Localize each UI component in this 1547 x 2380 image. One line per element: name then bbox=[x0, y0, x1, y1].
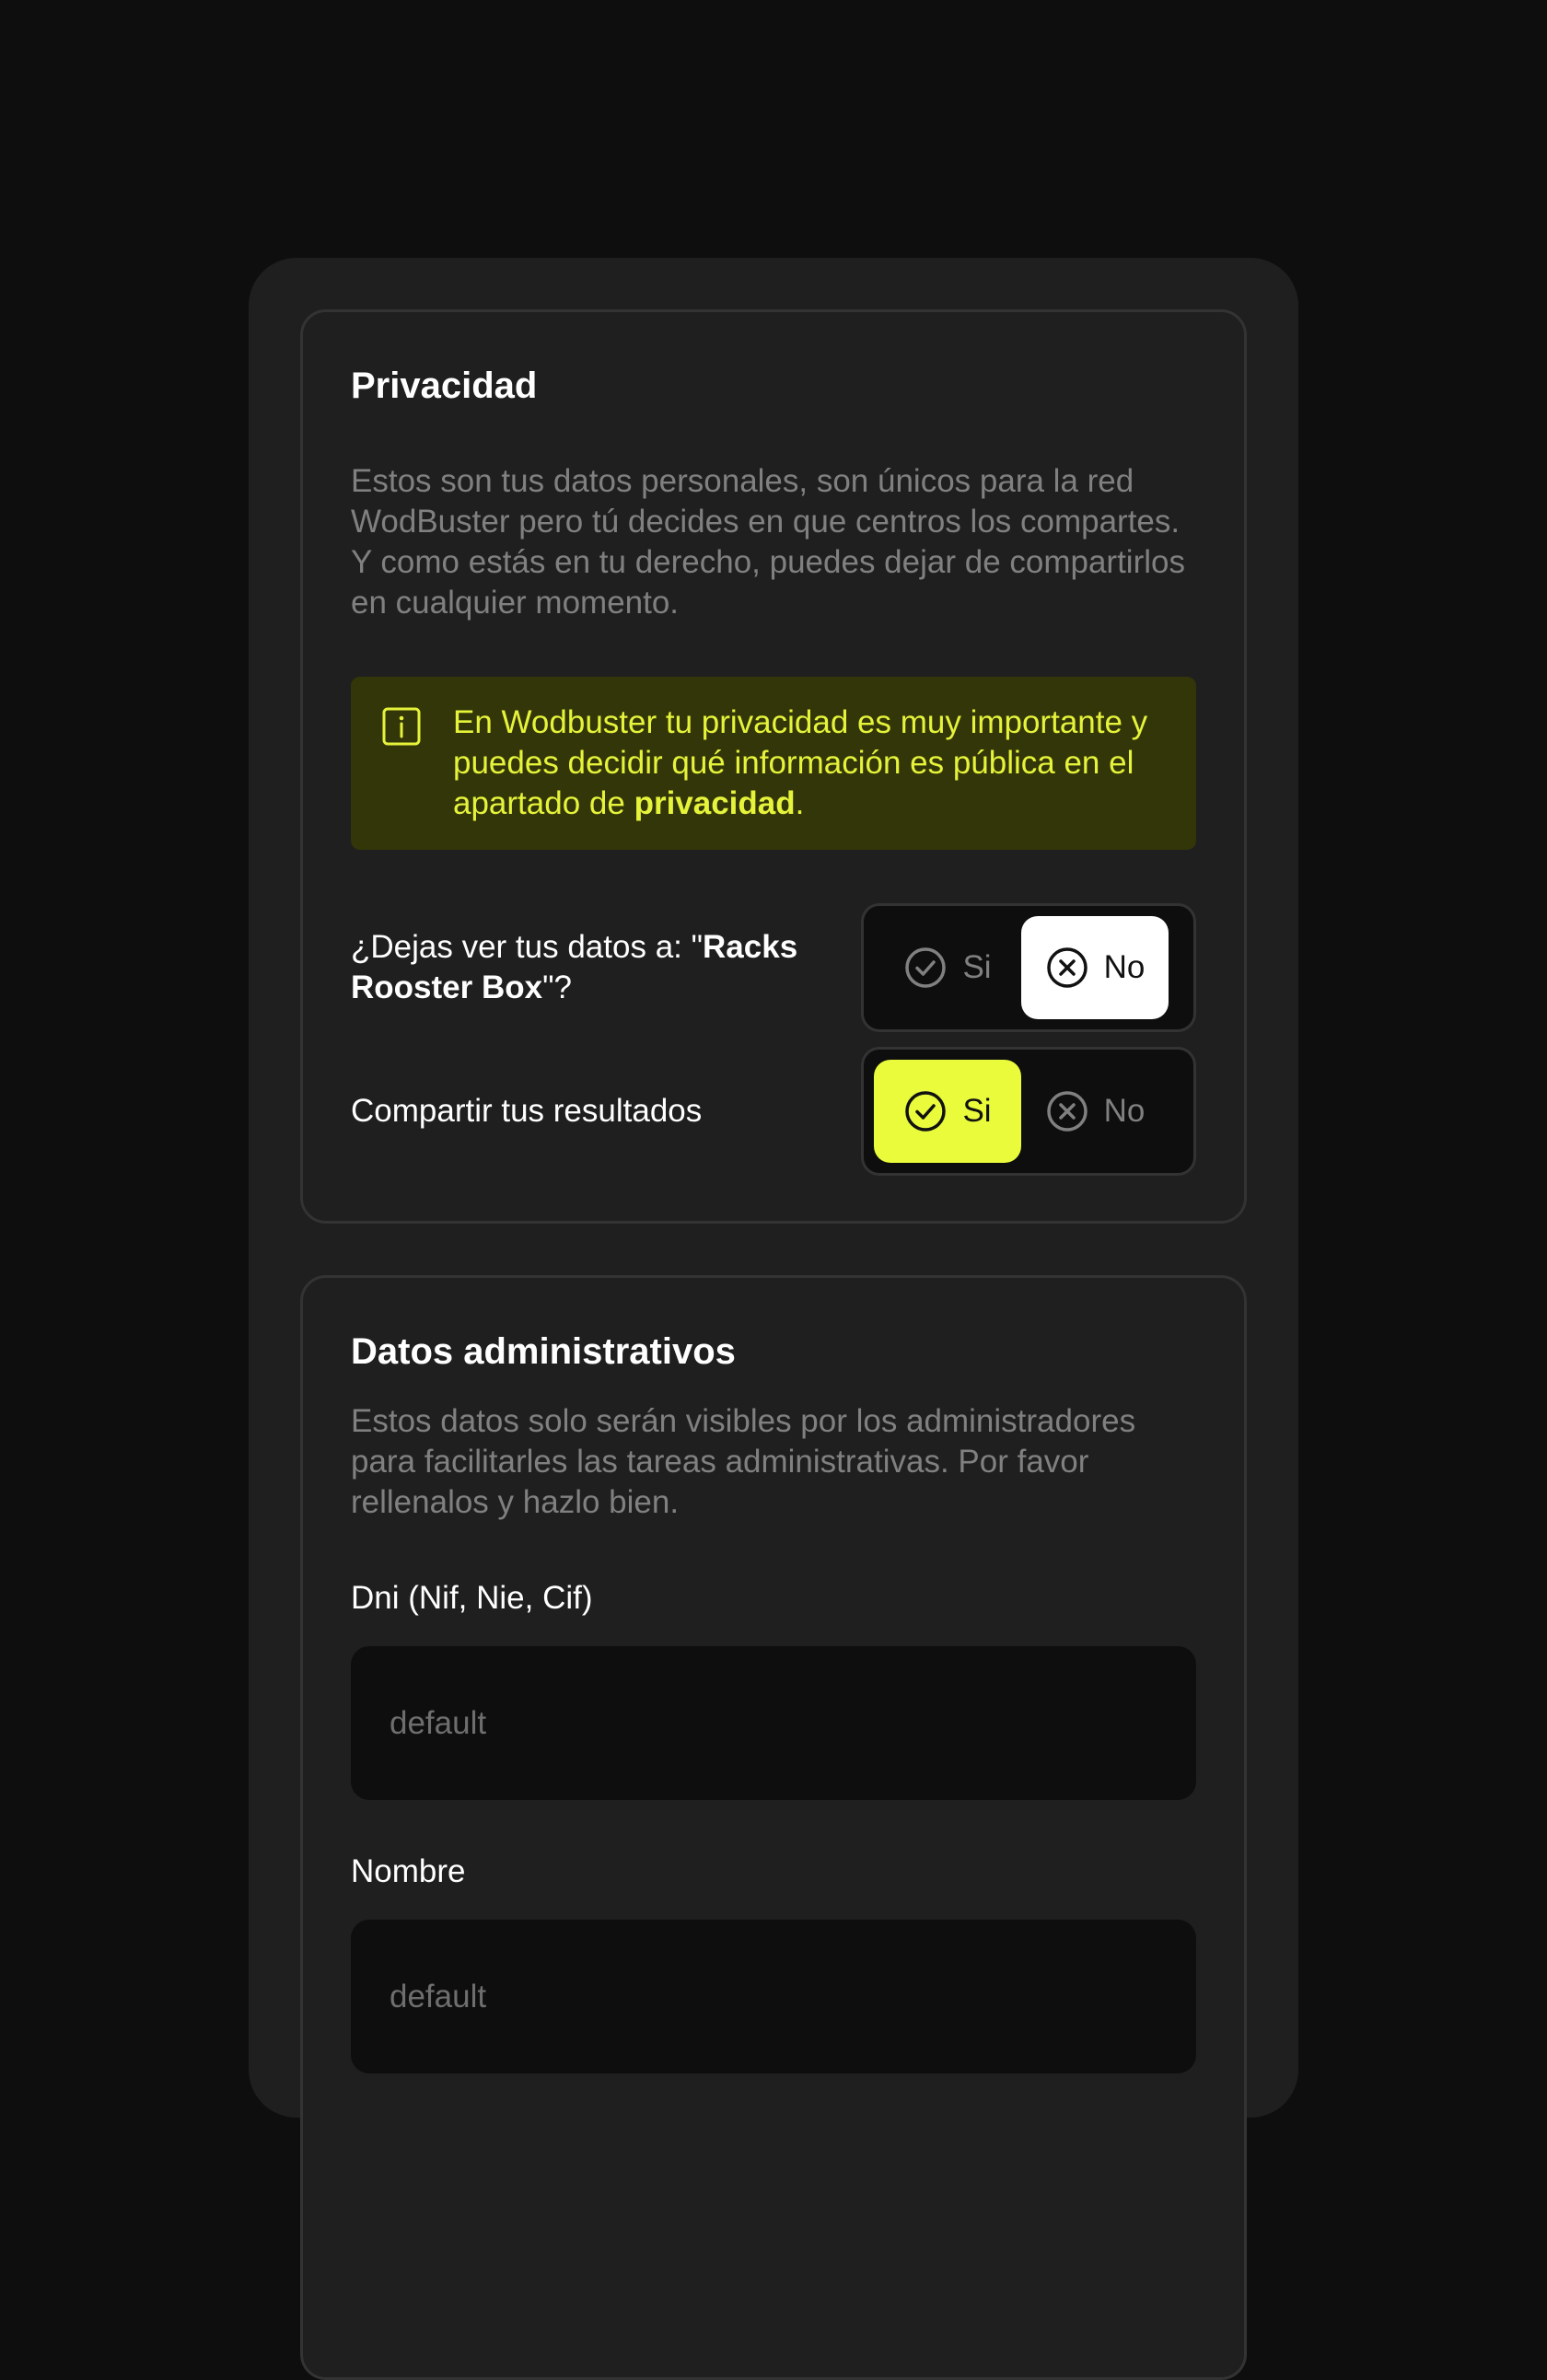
no-label: No bbox=[1103, 949, 1146, 985]
admin-title: Datos administrativos bbox=[351, 1331, 736, 1372]
privacy-description: Estos son tus datos personales, son únic… bbox=[351, 463, 1185, 621]
admin-card: Datos administrativos Estos datos solo s… bbox=[300, 1275, 1247, 2380]
share-results-yes-option[interactable]: Si bbox=[874, 1060, 1021, 1163]
share-data-label: ¿Dejas ver tus datos a: "Racks Rooster B… bbox=[351, 929, 798, 1005]
share-results-toggle: Si No bbox=[861, 1047, 1196, 1176]
nombre-field bbox=[351, 1920, 1196, 2073]
share-data-no-option[interactable]: No bbox=[1021, 916, 1169, 1019]
nombre-label: Nombre bbox=[351, 1853, 466, 1889]
dni-field bbox=[351, 1646, 1196, 1800]
notice-text-end: . bbox=[795, 785, 805, 821]
share-data-toggle: Si No bbox=[861, 903, 1196, 1032]
privacy-link[interactable]: privacidad bbox=[634, 785, 796, 821]
no-label: No bbox=[1103, 1093, 1146, 1129]
share-results-row: Compartir tus resultados Si No bbox=[351, 1047, 1196, 1176]
nombre-input[interactable] bbox=[390, 1978, 1157, 2015]
privacy-card: Privacidad Estos son tus datos personale… bbox=[300, 309, 1247, 1224]
share-results-label: Compartir tus resultados bbox=[351, 1093, 703, 1129]
dni-input[interactable] bbox=[390, 1704, 1157, 1742]
dni-label: Dni (Nif, Nie, Cif) bbox=[351, 1580, 593, 1616]
yes-label: Si bbox=[962, 949, 992, 985]
privacy-title: Privacidad bbox=[351, 366, 538, 406]
check-circle-icon bbox=[905, 947, 947, 988]
settings-panel: Privacidad Estos son tus datos personale… bbox=[249, 258, 1298, 2380]
share-data-row: ¿Dejas ver tus datos a: "Racks Rooster B… bbox=[351, 903, 1196, 1032]
x-circle-icon bbox=[1046, 947, 1088, 988]
share-data-yes-option[interactable]: Si bbox=[874, 916, 1021, 1019]
share-results-no-option[interactable]: No bbox=[1021, 1060, 1169, 1163]
privacy-notice: En Wodbuster tu privacidad es muy import… bbox=[351, 677, 1196, 850]
info-icon bbox=[382, 707, 421, 746]
x-circle-icon bbox=[1046, 1091, 1088, 1132]
yes-label: Si bbox=[962, 1093, 992, 1129]
admin-description: Estos datos solo serán visibles por los … bbox=[351, 1403, 1136, 1520]
check-circle-icon bbox=[905, 1091, 947, 1132]
